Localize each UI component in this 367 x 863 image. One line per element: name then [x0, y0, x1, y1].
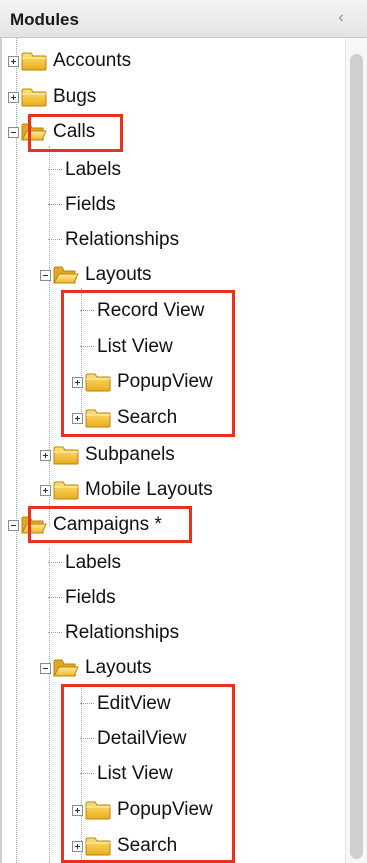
tree-item-campaigns-labels[interactable]: Labels [48, 548, 121, 578]
tree-item-label[interactable]: PopupView [117, 371, 213, 393]
tree-item-accounts[interactable]: Accounts [8, 46, 131, 76]
tree-connector [16, 38, 17, 863]
tree-item-label[interactable]: Search [117, 407, 177, 429]
tree-item-label[interactable]: Bugs [53, 86, 96, 108]
plus-expander-icon[interactable] [72, 804, 83, 816]
tree-item-campaigns[interactable]: Campaigns * [8, 510, 162, 540]
tree-item-campaigns-layouts[interactable]: Layouts [40, 653, 152, 683]
tree-item-campaigns-search[interactable]: Search [72, 831, 177, 861]
tree-dots [80, 346, 94, 348]
tree-item-label[interactable]: Mobile Layouts [85, 479, 213, 501]
minus-expander-icon[interactable] [8, 519, 19, 531]
tree-item-campaigns-relationships[interactable]: Relationships [48, 618, 179, 648]
tree-item-calls-record-view[interactable]: Record View [80, 296, 204, 326]
tree-item-label[interactable]: Search [117, 835, 177, 857]
minus-expander-icon[interactable] [40, 269, 51, 281]
tree-item-calls-popupview[interactable]: PopupView [72, 367, 213, 397]
tree-item-calls-labels[interactable]: Labels [48, 155, 121, 185]
plus-expander-icon[interactable] [8, 55, 19, 67]
folder-open-icon [21, 515, 47, 535]
tree-dots [80, 310, 94, 312]
collapse-panel-button[interactable]: ‹ [334, 9, 348, 27]
tree-dots [80, 773, 94, 775]
tree-item-label[interactable]: Calls [53, 121, 95, 143]
modules-panel-header: Modules ‹ [0, 0, 367, 38]
plus-expander-icon[interactable] [40, 449, 51, 461]
folder-icon [85, 408, 111, 428]
plus-expander-icon[interactable] [72, 840, 83, 852]
tree-item-label[interactable]: Campaigns * [53, 514, 162, 536]
tree-item-label[interactable]: Layouts [85, 657, 152, 679]
scrollbar-thumb[interactable] [350, 54, 363, 859]
tree-dots [48, 204, 62, 206]
folder-open-icon [53, 265, 79, 285]
tree-item-calls-search[interactable]: Search [72, 403, 177, 433]
tree-dots [80, 703, 94, 705]
tree-item-label[interactable]: DetailView [97, 728, 186, 750]
tree-item-campaigns-fields[interactable]: Fields [48, 583, 116, 613]
tree-item-calls[interactable]: Calls [8, 117, 95, 147]
tree-dots [48, 562, 62, 564]
plus-expander-icon[interactable] [40, 484, 51, 496]
tree-item-bugs[interactable]: Bugs [8, 82, 96, 112]
tree-dots [48, 239, 62, 241]
tree-item-label[interactable]: PopupView [117, 799, 213, 821]
tree-item-label[interactable]: List View [97, 763, 173, 785]
tree-item-campaigns-popupview[interactable]: PopupView [72, 795, 213, 825]
tree-item-label[interactable]: Layouts [85, 264, 152, 286]
tree-item-label[interactable]: Labels [65, 159, 121, 181]
tree-item-calls-list-view[interactable]: List View [80, 332, 173, 362]
tree-dots [80, 738, 94, 740]
tree-item-label[interactable]: Accounts [53, 50, 131, 72]
tree-item-campaigns-list-view[interactable]: List View [80, 759, 173, 789]
plus-expander-icon[interactable] [72, 376, 83, 388]
folder-icon [21, 51, 47, 71]
tree-item-calls-layouts[interactable]: Layouts [40, 260, 152, 290]
tree-item-calls-relationships[interactable]: Relationships [48, 225, 179, 255]
tree-item-calls-subpanels[interactable]: Subpanels [40, 440, 175, 470]
tree-dots [48, 597, 62, 599]
tree-item-label[interactable]: Fields [65, 587, 116, 609]
tree-item-label[interactable]: Relationships [65, 622, 179, 644]
tree-item-label[interactable]: Subpanels [85, 444, 175, 466]
tree-item-calls-mobile-layouts[interactable]: Mobile Layouts [40, 475, 213, 505]
tree-item-label[interactable]: Fields [65, 194, 116, 216]
tree-dots [48, 632, 62, 634]
panel-title: Modules [10, 10, 79, 29]
folder-icon [85, 836, 111, 856]
folder-icon [53, 480, 79, 500]
tree-item-label[interactable]: Record View [97, 300, 204, 322]
minus-expander-icon[interactable] [8, 126, 19, 138]
vertical-scrollbar[interactable] [345, 38, 367, 863]
plus-expander-icon[interactable] [72, 412, 83, 424]
folder-icon [21, 87, 47, 107]
tree-item-campaigns-editview[interactable]: EditView [80, 689, 171, 719]
minus-expander-icon[interactable] [40, 662, 51, 674]
tree-item-label[interactable]: List View [97, 336, 173, 358]
folder-icon [85, 372, 111, 392]
folder-icon [53, 445, 79, 465]
tree-item-label[interactable]: Relationships [65, 229, 179, 251]
tree-item-campaigns-detailview[interactable]: DetailView [80, 724, 186, 754]
tree-item-label[interactable]: EditView [97, 693, 171, 715]
folder-open-icon [53, 658, 79, 678]
tree-item-calls-fields[interactable]: Fields [48, 190, 116, 220]
plus-expander-icon[interactable] [8, 91, 19, 103]
tree-dots [48, 169, 62, 171]
tree-item-label[interactable]: Labels [65, 552, 121, 574]
folder-open-icon [21, 122, 47, 142]
folder-icon [85, 800, 111, 820]
